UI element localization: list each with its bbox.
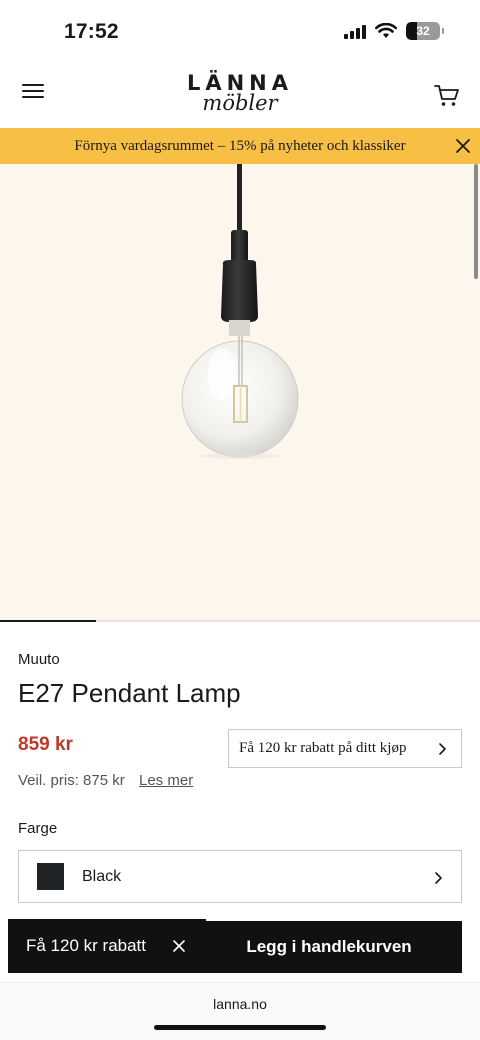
wifi-icon (375, 23, 397, 38)
product-image[interactable] (0, 164, 480, 622)
add-to-cart-button[interactable]: Legg i handlekurven (196, 921, 462, 973)
logo-subline: möbler (202, 91, 278, 115)
home-indicator[interactable] (154, 1025, 326, 1030)
discount-button-label: Få 120 kr rabatt på ditt kjøp (239, 740, 407, 756)
close-icon[interactable] (172, 939, 186, 953)
chevron-right-icon (439, 743, 446, 755)
url-text[interactable]: lanna.no (0, 996, 480, 1012)
product-price: 859 kr (18, 734, 73, 755)
promo-banner[interactable]: Förnya vardagsrummet – 15% på nyheter oc… (0, 128, 480, 164)
browser-address-bar[interactable]: lanna.no (0, 982, 480, 1040)
selected-color-name: Black (82, 867, 122, 885)
status-icons: 32 (344, 22, 444, 40)
recommended-price: Veil. pris: 875 kr (18, 772, 125, 789)
battery-icon: 32 (406, 22, 444, 40)
read-more-link[interactable]: Les mer (139, 772, 193, 789)
add-to-cart-label: Legg i handlekurven (246, 937, 412, 956)
status-bar: 17:52 32 (0, 0, 480, 62)
logo[interactable]: LÄNNA möbler (0, 72, 480, 114)
product-brand[interactable]: Muuto (18, 651, 60, 668)
promo-text: Förnya vardagsrummet – 15% på nyheter oc… (74, 137, 406, 154)
scrollbar[interactable] (474, 164, 478, 279)
battery-level: 32 (416, 24, 430, 38)
discount-toast[interactable]: Få 120 kr rabatt (8, 919, 206, 973)
color-selector[interactable]: Black (18, 850, 462, 903)
color-label: Farge (18, 820, 58, 837)
carousel-progress (0, 620, 480, 622)
status-time: 17:52 (64, 20, 119, 43)
signal-icon (344, 23, 366, 39)
product-title: E27 Pendant Lamp (18, 678, 241, 708)
discount-button[interactable]: Få 120 kr rabatt på ditt kjøp (228, 729, 462, 768)
shopping-cart-icon[interactable] (434, 84, 460, 108)
chevron-right-icon (435, 872, 442, 884)
site-header: LÄNNA möbler (0, 62, 480, 128)
close-icon[interactable] (454, 137, 472, 155)
color-swatch (37, 863, 64, 890)
carousel-progress-active (0, 620, 96, 622)
pendant-lamp-image (181, 164, 299, 459)
toast-text: Få 120 kr rabatt (26, 936, 147, 955)
